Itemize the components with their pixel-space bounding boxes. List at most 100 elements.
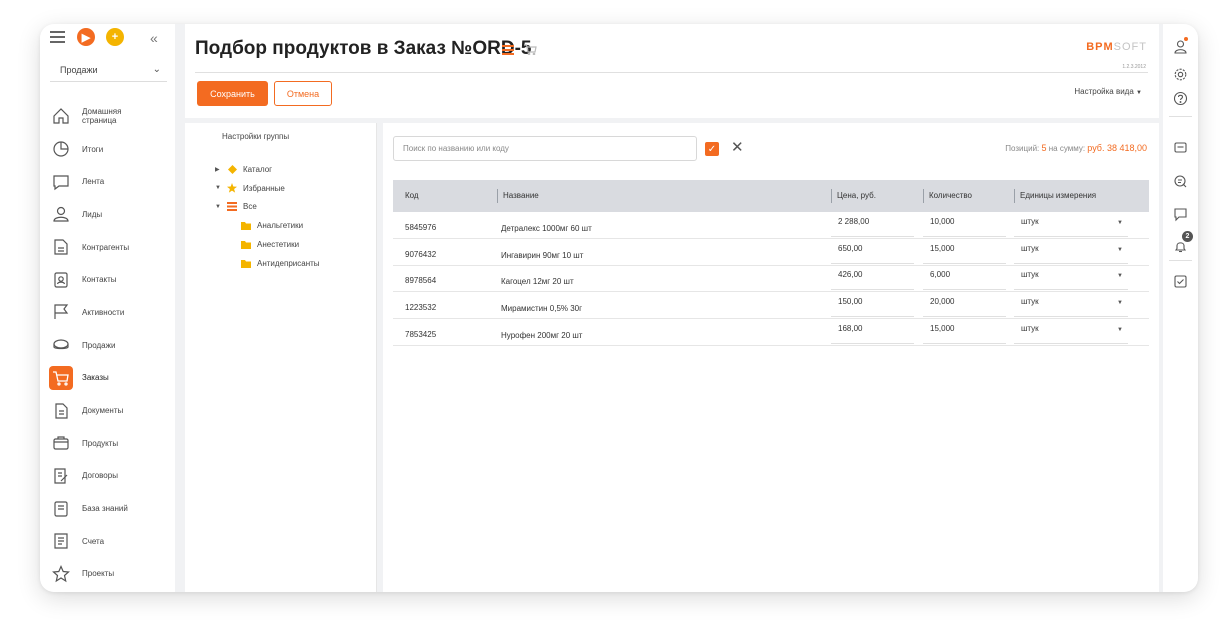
profile-icon[interactable] — [1171, 37, 1189, 55]
mail-icon[interactable] — [1171, 138, 1189, 156]
caret-down-icon: ▼ — [1117, 300, 1123, 307]
tree-item-label: Избранные — [243, 183, 285, 193]
unit-select[interactable]: штук ▼ — [1014, 322, 1128, 344]
sidebar-item-activities[interactable]: Активности — [40, 296, 175, 329]
sidebar-item-dashboards[interactable]: Итоги — [40, 133, 175, 166]
sidebar-item-contacts[interactable]: Контакты — [40, 263, 175, 296]
play-icon[interactable]: ▶ — [77, 28, 95, 46]
collapse-arrow-icon[interactable]: ▼ — [215, 204, 225, 210]
apply-search-checkbox[interactable]: ✓ — [705, 142, 719, 156]
expand-arrow-icon[interactable]: ▶ — [215, 166, 225, 173]
sidebar-item-leads[interactable]: Лиды — [40, 198, 175, 231]
cancel-button[interactable]: Отмена — [274, 81, 332, 106]
logo-rest-text: SOFT — [1113, 41, 1147, 53]
cell-code: 9076432 — [405, 249, 437, 259]
column-header-unit[interactable]: Единицы измерения — [1014, 189, 1096, 203]
products-panel: ✓ ✕ Позиций: 5 на сумму: руб. 38 418,00 … — [383, 123, 1159, 592]
sidebar-nav: Домашняя страница Итоги Лента Лиды Контр… — [40, 100, 175, 590]
message-icon[interactable] — [1171, 205, 1189, 223]
tree-item-favorites[interactable]: ▼ Избранные — [215, 183, 285, 193]
tree-item-antidepressants[interactable]: Антидеприсанты — [239, 259, 320, 268]
collapse-sidebar-icon[interactable]: « — [150, 30, 158, 46]
save-button[interactable]: Сохранить — [197, 81, 268, 106]
sidebar-item-home[interactable]: Домашняя страница — [40, 100, 175, 133]
sidebar-item-contracts[interactable]: Договоры — [40, 460, 175, 493]
column-header-code[interactable]: Код — [405, 180, 419, 212]
menu-icon[interactable] — [50, 31, 65, 43]
price-input[interactable]: 2 288,00 — [831, 215, 914, 237]
task-check-icon[interactable] — [1171, 272, 1189, 290]
quantity-input[interactable]: 20,000 — [923, 295, 1006, 318]
group-settings-link[interactable]: Настройки группы — [222, 132, 289, 141]
table-row[interactable]: 8978564 Кагоцел 12мг 20 шт 426,00 6,000 штук… — [393, 265, 1149, 293]
sidebar-item-label: Контрагенты — [82, 242, 130, 252]
tree-item-label: Каталог — [243, 165, 273, 174]
star-icon — [225, 183, 239, 193]
search-input[interactable] — [393, 136, 697, 161]
feed-icon — [49, 170, 73, 194]
sidebar-item-feed[interactable]: Лента — [40, 165, 175, 198]
column-header-price[interactable]: Цена, руб. — [831, 189, 876, 203]
unit-value: штук — [1021, 217, 1039, 226]
sidebar-item-accounts[interactable]: Контрагенты — [40, 231, 175, 264]
cart-icon[interactable] — [524, 44, 537, 57]
tree-item-catalog[interactable]: ▶ Каталог — [215, 165, 272, 174]
quantity-input[interactable]: 15,000 — [923, 322, 1006, 344]
table-row[interactable]: 7853425 Нурофен 200мг 20 шт 168,00 15,000 шт… — [393, 319, 1149, 346]
logo-accent-text: BPM — [1086, 41, 1114, 53]
bpmsoft-logo: BPMSOFT — [1086, 41, 1147, 53]
quantity-input[interactable]: 10,000 — [923, 215, 1006, 237]
quantity-input[interactable]: 15,000 — [923, 242, 1006, 264]
sidebar-item-label: Продукты — [82, 438, 119, 448]
version-label: 1.2.3.2012 — [1122, 64, 1146, 70]
bell-icon[interactable]: 2 — [1171, 231, 1193, 255]
tree-item-analgesics[interactable]: Анальгетики — [239, 221, 303, 230]
tree-item-all[interactable]: ▼ Все — [215, 202, 257, 211]
chat-icon[interactable] — [1171, 172, 1189, 190]
cell-code: 1223532 — [405, 303, 437, 313]
view-settings-dropdown[interactable]: Настройка вида ▼ — [1074, 87, 1142, 96]
pie-chart-icon — [49, 137, 73, 161]
cell-name: Нурофен 200мг 20 шт — [501, 330, 583, 340]
unit-value: штук — [1021, 243, 1039, 253]
sidebar-item-label: Счета — [82, 536, 105, 546]
sidebar-item-opportunities[interactable]: Продажи — [40, 329, 175, 362]
sidebar-item-projects[interactable]: Проекты — [40, 558, 175, 591]
leads-icon — [49, 202, 73, 226]
sidebar-item-orders[interactable]: Заказы — [40, 362, 175, 395]
collapse-arrow-icon[interactable]: ▼ — [215, 185, 225, 191]
unit-select[interactable]: штук ▼ — [1014, 215, 1128, 237]
table-row[interactable]: 9076432 Ингавирин 90мг 10 шт 650,00 15,000 ш… — [393, 239, 1149, 266]
unit-select[interactable]: штук ▼ — [1014, 295, 1128, 318]
clear-search-icon[interactable]: ✕ — [731, 139, 744, 157]
header-divider — [195, 72, 1148, 73]
table-row[interactable]: 1223532 Мирамистин 0,5% 30г 150,00 20,000 шт… — [393, 292, 1149, 320]
price-input[interactable]: 168,00 — [831, 322, 914, 344]
contracts-icon — [49, 464, 73, 488]
table-row[interactable]: 5845976 Детралекс 1000мг 60 шт 2 288,00 10,… — [393, 212, 1149, 239]
price-input[interactable]: 650,00 — [831, 242, 914, 264]
workspace-select[interactable]: Продажи ⌄ — [50, 62, 167, 82]
sidebar-item-documents[interactable]: Документы — [40, 394, 175, 427]
sidebar-item-knowledge-base[interactable]: База знаний — [40, 492, 175, 525]
cell-name: Детралекс 1000мг 60 шт — [501, 224, 592, 233]
unit-select[interactable]: штук ▼ — [1014, 242, 1128, 264]
add-icon[interactable]: + — [106, 28, 124, 46]
sidebar-item-products[interactable]: Продукты — [40, 427, 175, 460]
app-window: ▶ + « Продажи ⌄ Домашняя страница Итоги … — [40, 24, 1198, 592]
knowledge-base-icon — [49, 497, 73, 521]
chevron-down-icon: ⌄ — [152, 64, 161, 75]
quantity-input[interactable]: 6,000 — [923, 268, 1006, 291]
caret-down-icon: ▼ — [1117, 246, 1123, 253]
unit-select[interactable]: штук ▼ — [1014, 268, 1128, 291]
sidebar-item-invoices[interactable]: Счета — [40, 525, 175, 558]
unit-value: штук — [1021, 297, 1039, 307]
gear-icon[interactable] — [1171, 65, 1189, 83]
tree-item-anesthetics[interactable]: Анестетики — [239, 240, 299, 249]
column-header-quantity[interactable]: Количество — [923, 189, 972, 203]
menu-lines-icon[interactable] — [502, 44, 515, 57]
price-input[interactable]: 150,00 — [831, 295, 914, 318]
help-icon[interactable] — [1171, 89, 1189, 107]
column-header-name[interactable]: Название — [497, 189, 539, 203]
price-input[interactable]: 426,00 — [831, 268, 914, 291]
